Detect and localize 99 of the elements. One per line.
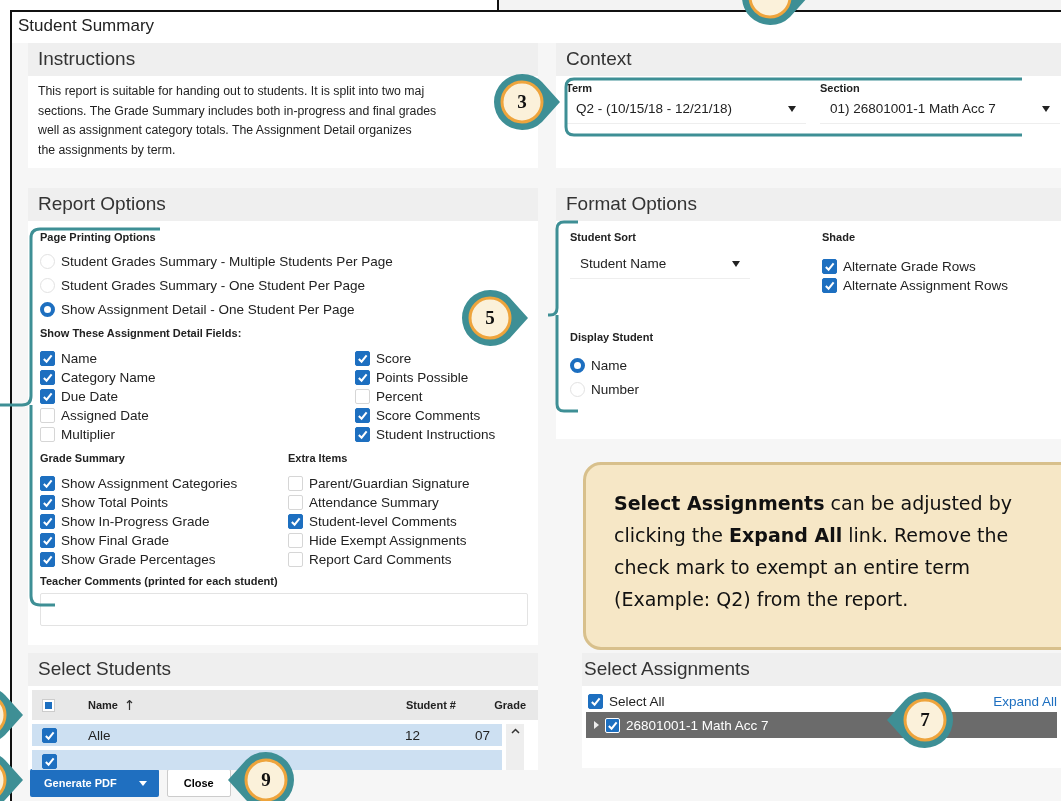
checkbox[interactable] (288, 514, 303, 529)
dropdown-arrow-icon (732, 260, 740, 267)
checkbox-label: Score (376, 351, 412, 366)
section-title: Instructions (28, 43, 538, 76)
table-row[interactable] (32, 750, 502, 770)
radio-label: Student Grades Summary - Multiple Students Per Page (61, 253, 393, 269)
caret-icon (138, 780, 147, 786)
checkbox-label: Show In-Progress Grade (61, 514, 210, 529)
radio-label: Student Grades Summary - One Student Per Page (61, 277, 365, 293)
checkbox-label: Student-level Comments (309, 514, 457, 529)
scroll-up-icon[interactable] (510, 728, 520, 734)
checkbox-label: Category Name (61, 370, 156, 385)
checkbox[interactable] (588, 693, 603, 709)
callout-text: Select Assignments can be adjusted by clicking the Expand All link. Remove the check mark to exempt an entire term (Example: Q2) from the report. (614, 491, 1013, 612)
checkbox-label: Show Grade Percentages (61, 552, 216, 567)
table-cell-text: 07 (473, 727, 491, 743)
checkbox-label: Alternate Assignment Rows (843, 278, 1009, 293)
checkbox-label: Percent (376, 389, 423, 404)
dropdown-arrow-icon (1042, 105, 1050, 112)
checkbox[interactable] (40, 533, 55, 548)
checkbox[interactable] (355, 370, 370, 385)
checkbox[interactable] (822, 259, 837, 274)
step-badge: 7 (885, 690, 955, 750)
sort-up-icon (125, 700, 133, 710)
checkbox-label: Alternate Grade Rows (843, 259, 976, 274)
instructions-text: This report is suitable for handing out to students. It is split into two maj (38, 83, 425, 100)
column-header[interactable]: Student # (358, 699, 468, 711)
radio-label: Show Assignment Detail - One Student Per Page (61, 301, 355, 317)
checkbox[interactable] (355, 408, 370, 423)
table-cell-text: Alle (88, 727, 112, 743)
checkbox-label: Score Comments (376, 408, 481, 423)
section-title: Select Assignments (582, 653, 1061, 686)
checkbox-label: Multiplier (61, 427, 115, 442)
checkbox-label: Show Total Points (61, 495, 169, 510)
radio-label: Number (591, 381, 639, 397)
column-header[interactable]: Grade (468, 699, 538, 711)
field-label: Section (820, 82, 861, 94)
checkbox[interactable] (42, 753, 57, 769)
section-title: Report Options (28, 188, 538, 221)
checkbox-label: Attendance Summary (309, 495, 439, 510)
field-label: Shade (822, 231, 856, 243)
dropdown-field[interactable]: 01) 26801001-1 Math Acc 7 (820, 94, 1060, 124)
checkbox[interactable] (355, 351, 370, 366)
checkbox-label: Select All (609, 693, 665, 709)
header-checkbox[interactable] (42, 698, 55, 712)
checkbox[interactable] (40, 389, 55, 404)
field-label: Student Sort (570, 231, 637, 243)
field-label: Display Student (570, 331, 655, 343)
group-label: Page Printing Options (40, 231, 157, 243)
group-label: Show These Assignment Detail Fields: (40, 327, 243, 339)
tree-label: 26801001-1 Math Acc 7 (626, 717, 769, 733)
checkbox-label: Points Possible (376, 370, 469, 385)
checkbox-label: Show Assignment Categories (61, 476, 238, 491)
checkbox-label: Due Date (61, 389, 119, 404)
generate-pdf-button[interactable]: Generate PDF (30, 769, 159, 797)
instructions-text: the assignments by term. (38, 141, 176, 159)
window-title: Student Summary (12, 12, 1061, 43)
step-badge: 5 (460, 288, 530, 348)
checkbox-label: Assigned Date (61, 408, 149, 423)
close-button[interactable]: Close (166, 769, 231, 797)
expand-arrow-icon[interactable] (594, 721, 599, 729)
checkbox[interactable] (822, 278, 837, 293)
checkbox[interactable] (42, 727, 57, 743)
field-label: Term (566, 82, 594, 94)
table-row[interactable]: Alle 12 07 (32, 724, 502, 746)
column-header[interactable]: Name (88, 699, 118, 711)
checkbox-label: Name (61, 351, 97, 366)
checkbox[interactable] (40, 495, 55, 510)
scrollbar[interactable] (506, 724, 524, 770)
radio-label: Name (591, 357, 627, 373)
checkbox[interactable] (355, 427, 370, 442)
checkbox[interactable] (40, 514, 55, 529)
step-badge: 9 (226, 750, 296, 801)
radio-button[interactable] (570, 357, 585, 373)
checkbox[interactable] (40, 370, 55, 385)
instructions-text: sections. The Grade Summary includes both in-progress and final grades (38, 102, 437, 120)
comments-input-field[interactable] (40, 593, 528, 626)
group-label: Grade Summary (40, 452, 126, 464)
section-title: Format Options (556, 188, 1061, 221)
checkbox-label: Parent/Guardian Signature (309, 476, 470, 491)
checkbox[interactable] (40, 476, 55, 491)
dropdown-field[interactable]: Q2 - (10/15/18 - 12/21/18) (566, 94, 806, 124)
section-title: Context (556, 43, 1061, 76)
checkbox-label: Report Card Comments (309, 552, 452, 567)
checkbox[interactable] (40, 552, 55, 567)
field-label: Teacher Comments (printed for each student) (40, 575, 279, 587)
radio-button[interactable] (40, 301, 55, 317)
checkbox-label: Show Final Grade (61, 533, 170, 548)
checkbox[interactable] (40, 351, 55, 366)
dropdown-arrow-icon (788, 105, 796, 112)
instructions-text: well as assignment category totals. The Assignment Detail organizes (38, 122, 412, 139)
section-title: Select Students (28, 653, 538, 686)
table-cell-text: 12 (403, 727, 421, 743)
dropdown-field[interactable]: Student Name (570, 249, 750, 279)
group-label: Extra Items (288, 452, 349, 464)
expand-all-link[interactable]: Expand All (993, 693, 1057, 709)
step-badge: 3 (492, 72, 562, 132)
checkbox-label: Student Instructions (376, 427, 496, 442)
checkbox-label: Hide Exempt Assignments (309, 533, 467, 548)
